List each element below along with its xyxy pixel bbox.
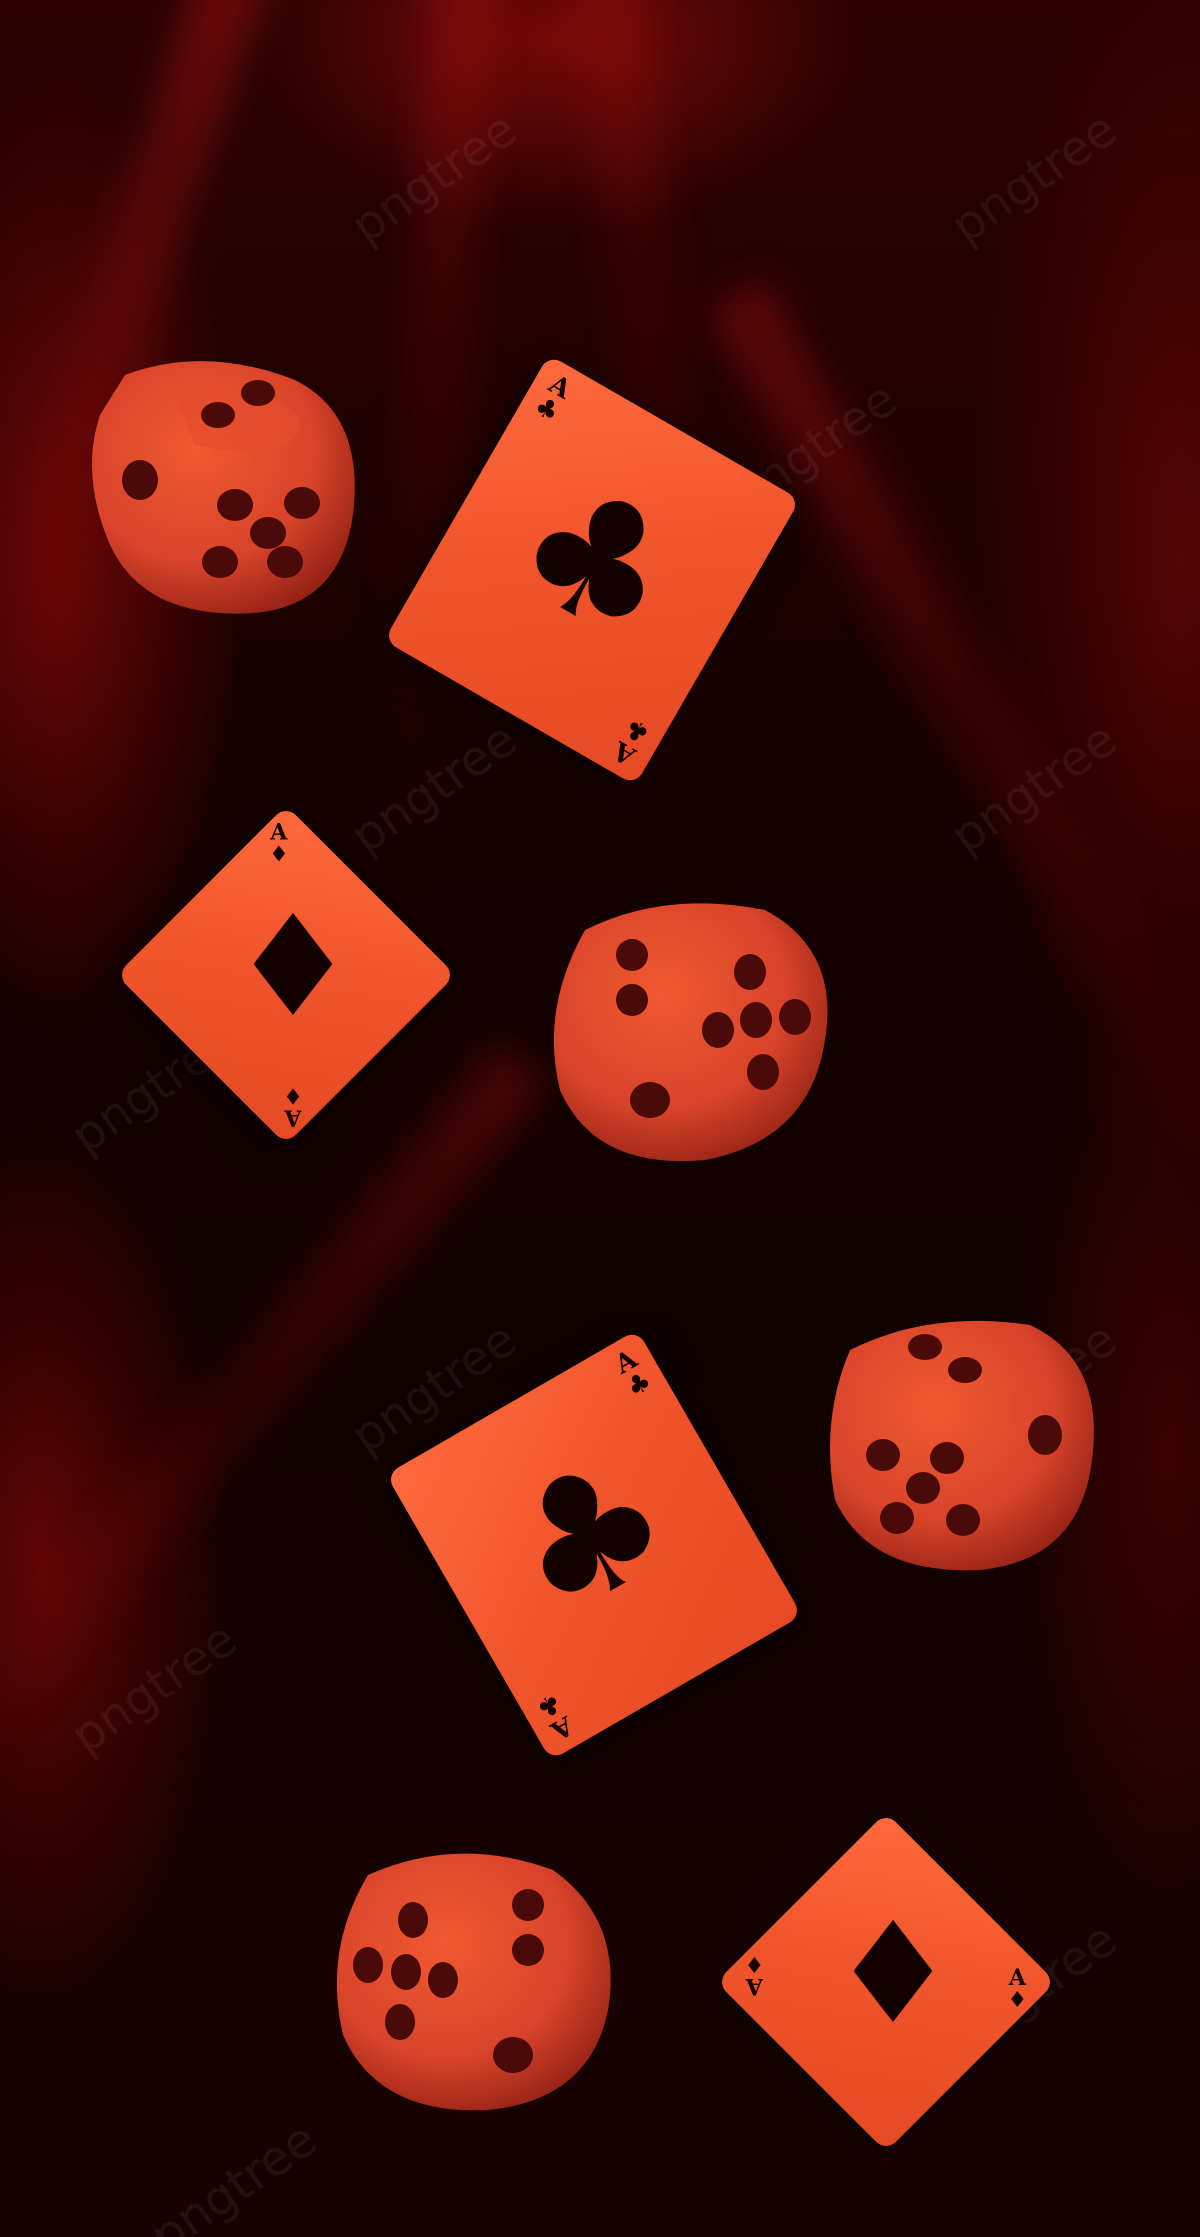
card-corner-top: A ♣	[610, 1344, 657, 1404]
card-corner-top: A ♦	[268, 819, 289, 868]
card-corner-bottom: A ♣	[531, 1686, 578, 1745]
diamond-icon: ♦	[830, 1892, 956, 2056]
dice-icon	[553, 903, 828, 1162]
diamond-icon: ♦	[230, 885, 356, 1049]
dice-icon	[92, 361, 355, 614]
diamond-icon: ♦	[283, 1082, 304, 1109]
card-corner-top: A ♣	[529, 369, 576, 428]
card-corner-bottom: A ♦	[744, 1950, 765, 1999]
club-icon: ♣	[473, 1412, 705, 1661]
card-rank: A	[284, 1104, 302, 1131]
playing-card-ace-diamonds: A ♦ ♦ A ♦	[716, 1812, 1056, 2152]
diamond-icon: ♦	[268, 841, 289, 868]
card-corner-bottom: A ♣	[608, 711, 655, 770]
card-corner-bottom: A ♦	[283, 1082, 304, 1131]
casino-background: pngtree pngtree pngtree pngtree pngtree …	[0, 0, 1200, 2237]
club-icon: ♣	[621, 1366, 657, 1404]
diamond-icon: ♦	[744, 1950, 765, 1977]
watermark: pngtree	[140, 2111, 327, 2237]
card-rank: A	[270, 819, 288, 846]
dice-icon	[830, 1320, 1094, 1571]
dice-icon	[336, 1853, 611, 2111]
watermark: pngtree	[940, 101, 1127, 255]
card-rank: A	[745, 1972, 763, 1999]
